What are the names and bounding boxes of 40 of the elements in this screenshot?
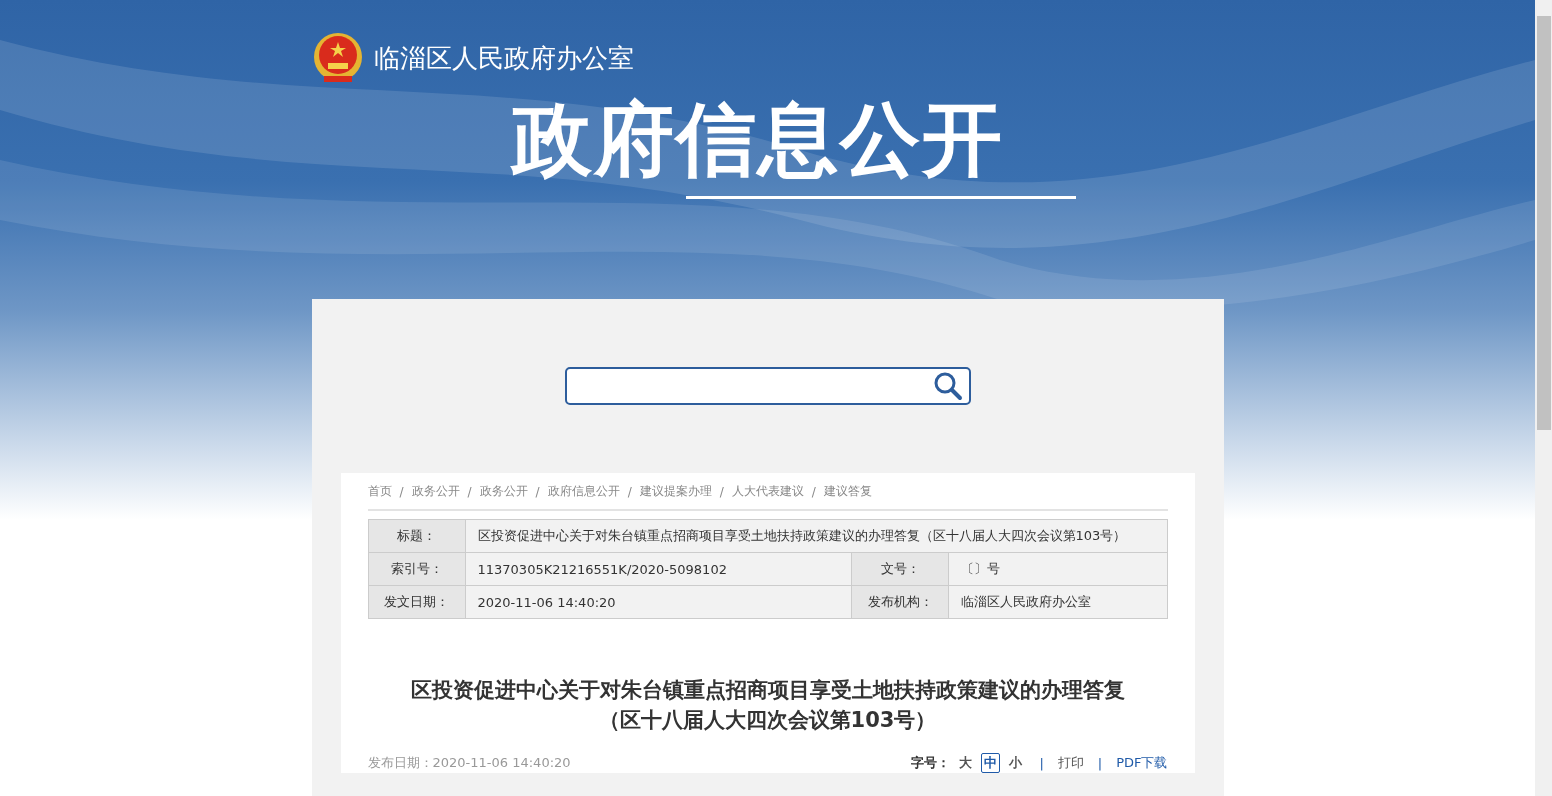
- info-value: 〔〕号: [948, 552, 1167, 586]
- info-label: 发布机构：: [851, 585, 949, 619]
- info-value: 临淄区人民政府办公室: [948, 585, 1167, 619]
- font-size-label: 字号：: [911, 754, 951, 772]
- org-name: 临淄区人民政府办公室: [373, 41, 634, 75]
- breadcrumb-separator: /: [811, 484, 816, 499]
- info-label: 文号：: [851, 552, 949, 586]
- info-value: 区投资促进中心关于对朱台镇重点招商项目享受土地扶持政策建议的办理答复（区十八届人大四次会议第103号）: [465, 519, 1167, 553]
- font-size-option[interactable]: 小: [1006, 753, 1026, 773]
- scrollbar[interactable]: [1535, 0, 1552, 796]
- publish-date: 发布日期：2020-11-06 14:40:20: [367, 754, 571, 772]
- toolbar-separator: |: [1097, 755, 1103, 771]
- breadcrumb-link[interactable]: 首页: [367, 483, 392, 500]
- info-label: 发文日期：: [368, 585, 465, 619]
- breadcrumb-separator: /: [627, 484, 632, 499]
- scrollbar-thumb[interactable]: [1536, 16, 1551, 430]
- article-title: （区十八届人大四次会议第103号）: [598, 707, 937, 734]
- breadcrumb-separator: /: [467, 484, 472, 499]
- breadcrumb-separator: /: [535, 484, 540, 499]
- breadcrumb-separator: /: [719, 484, 724, 499]
- breadcrumb-separator: /: [399, 484, 404, 499]
- page-title: 政府信息公开: [511, 92, 1004, 188]
- article-title: 区投资促进中心关于对朱台镇重点招商项目享受土地扶持政策建议的办理答复: [410, 677, 1125, 704]
- info-value: 11370305K21216551K/2020-5098102: [465, 552, 852, 586]
- search-field[interactable]: [564, 367, 971, 405]
- toolbar-separator: |: [1039, 755, 1044, 771]
- breadcrumb-link[interactable]: 政务公开: [411, 483, 460, 500]
- action-link[interactable]: PDF下载: [1116, 754, 1168, 772]
- info-value: 2020-11-06 14:40:20: [465, 585, 852, 619]
- breadcrumb-link[interactable]: 人大代表建议: [731, 483, 804, 500]
- info-label: 标题：: [368, 519, 465, 553]
- search-icon[interactable]: [932, 371, 963, 401]
- breadcrumb-link[interactable]: 政府信息公开: [547, 483, 620, 500]
- info-label: 索引号：: [368, 552, 465, 586]
- action-link[interactable]: 打印: [1057, 754, 1084, 772]
- font-size-option[interactable]: 中: [981, 753, 1001, 773]
- breadcrumb-link[interactable]: 建议提案办理: [639, 483, 712, 500]
- font-size-option[interactable]: 大: [956, 753, 976, 773]
- breadcrumb-link[interactable]: 政务公开: [479, 483, 528, 500]
- breadcrumb-link[interactable]: 建议答复: [823, 483, 872, 500]
